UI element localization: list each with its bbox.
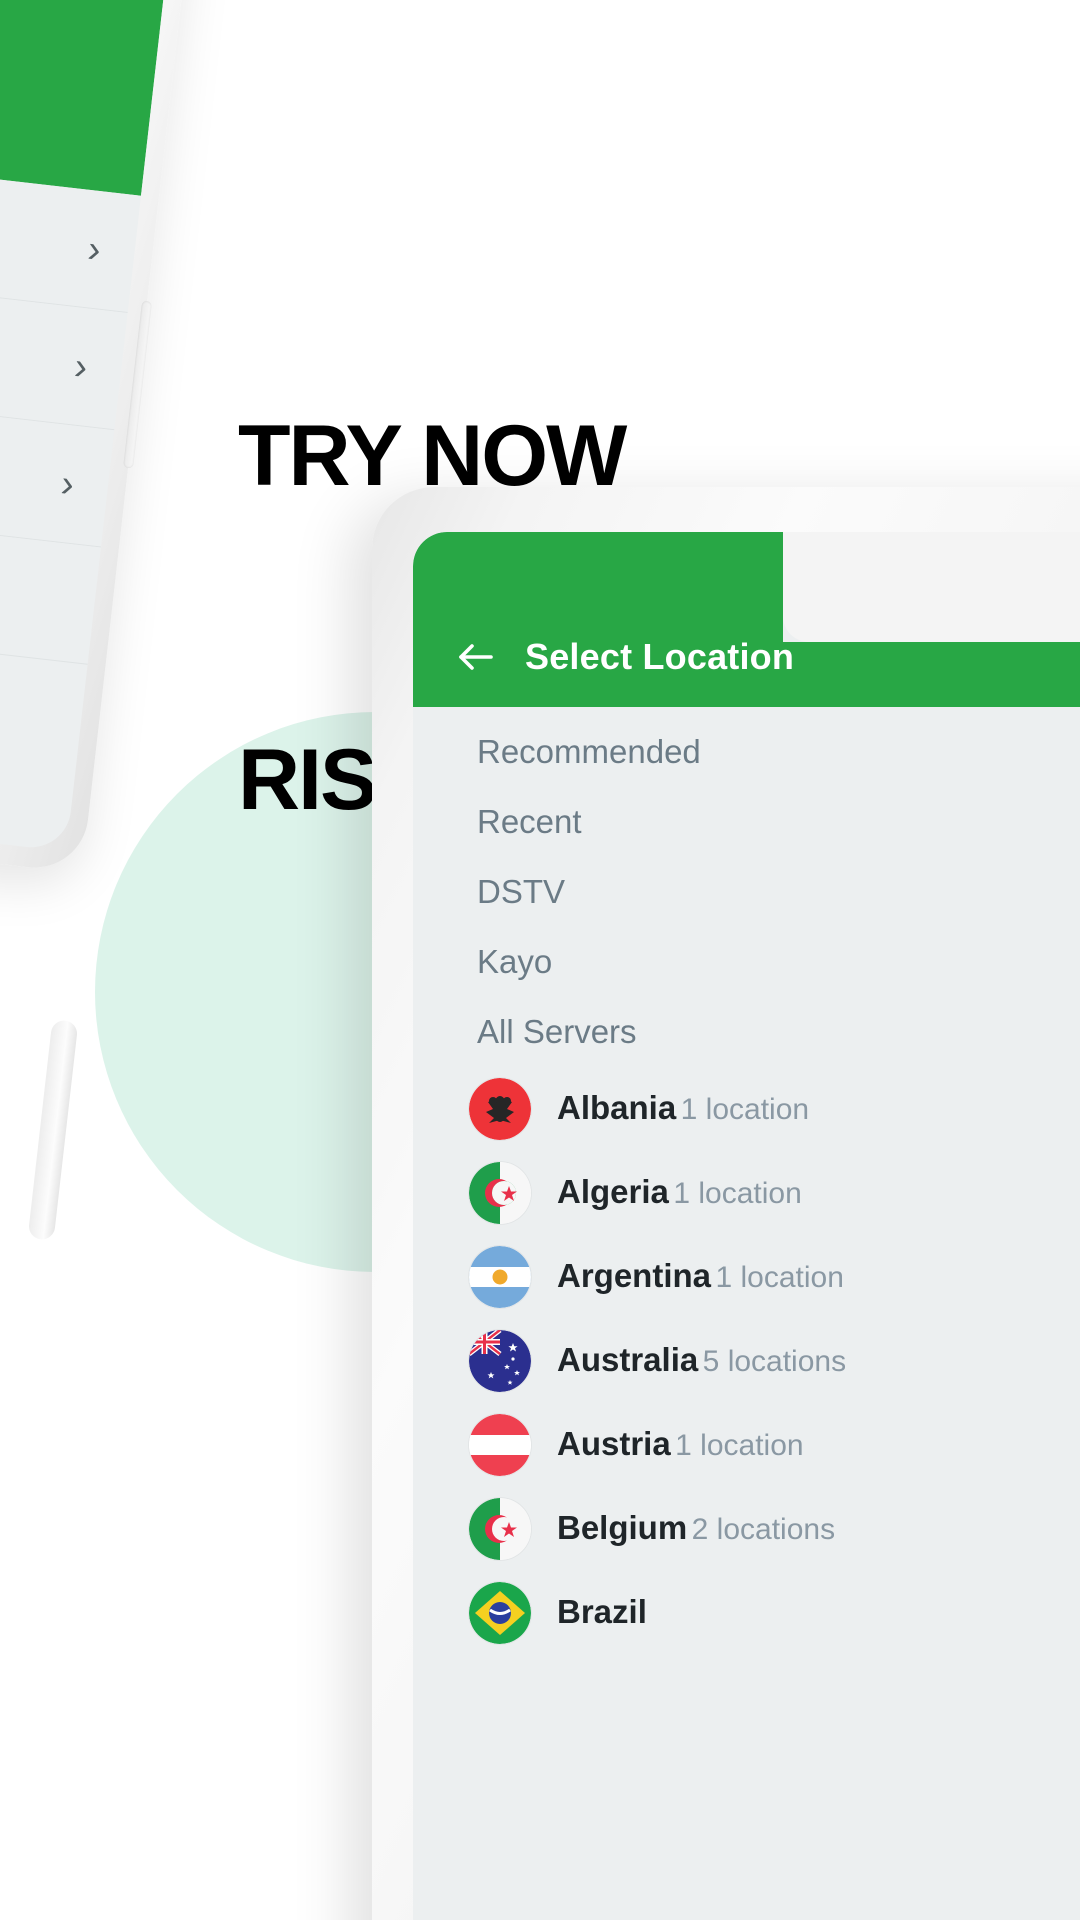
- country-name: Argentina: [557, 1256, 712, 1294]
- back-button[interactable]: [453, 634, 499, 680]
- country-locations: 1 location: [715, 1260, 844, 1294]
- country-name: Austria: [557, 1424, 671, 1462]
- brazil-flag-icon: [469, 1581, 531, 1644]
- section-item-dstv[interactable]: DSTV: [413, 857, 1080, 927]
- country-name: Albania: [557, 1088, 677, 1126]
- section-item-recent[interactable]: Recent: [413, 787, 1080, 857]
- algeria-flag-icon: [469, 1497, 531, 1560]
- chevron-right-icon: ›: [85, 227, 103, 271]
- country-locations: 1 location: [675, 1428, 804, 1462]
- australia-flag-icon: [469, 1329, 531, 1392]
- left-phone-green-header: [0, 0, 175, 196]
- appbar: Select Location: [413, 532, 1080, 707]
- country-name: Algeria: [557, 1172, 669, 1210]
- left-phone-body: › › ›: [0, 0, 196, 874]
- country-name: Belgium: [557, 1508, 688, 1546]
- chevron-right-icon: ›: [58, 462, 77, 506]
- list-item[interactable]: Argentina 1 location: [413, 1235, 1080, 1319]
- country-name: Brazil: [557, 1592, 647, 1630]
- country-name: Australia: [557, 1340, 699, 1378]
- right-phone-mockup: Select Location Recommended Recent DSTV …: [372, 487, 1080, 1920]
- left-phone-screen: › › ›: [0, 0, 175, 852]
- algeria-flag-icon: [469, 1161, 531, 1224]
- country-locations: 1 location: [673, 1176, 802, 1210]
- list-item[interactable]: Austria 1 location: [413, 1403, 1080, 1487]
- section-item-recommended[interactable]: Recommended: [413, 717, 1080, 787]
- argentina-flag-icon: [469, 1245, 531, 1308]
- country-locations: 5 locations: [702, 1344, 847, 1378]
- list-item[interactable]: Brazil: [413, 1571, 1080, 1655]
- section-item-kayo[interactable]: Kayo: [413, 927, 1080, 997]
- appbar-title: Select Location: [525, 636, 795, 677]
- list-item[interactable]: Albania 1 location: [413, 1067, 1080, 1151]
- list-item[interactable]: Belgium 2 locations: [413, 1487, 1080, 1571]
- left-phone-side-button[interactable]: [123, 300, 153, 469]
- left-phone-lower-side-button[interactable]: [27, 1019, 79, 1241]
- section-item-all-servers[interactable]: All Servers: [413, 997, 1080, 1067]
- chevron-right-icon: ›: [72, 344, 90, 389]
- austria-flag-icon: [469, 1413, 531, 1476]
- list-item[interactable]: Australia 5 locations: [413, 1319, 1080, 1403]
- location-list: Recommended Recent DSTV Kayo All Servers: [413, 707, 1080, 1655]
- list-item[interactable]: Algeria 1 location: [413, 1151, 1080, 1235]
- right-phone-screen: Select Location Recommended Recent DSTV …: [413, 532, 1080, 1920]
- left-phone-mockup: › › ›: [0, 0, 196, 874]
- country-locations: 2 locations: [691, 1512, 836, 1546]
- albania-flag-icon: [469, 1077, 531, 1140]
- country-locations: 1 location: [680, 1092, 810, 1126]
- promo-screenshot: › › › TRY NOW RISK-FREE: [0, 0, 1080, 1920]
